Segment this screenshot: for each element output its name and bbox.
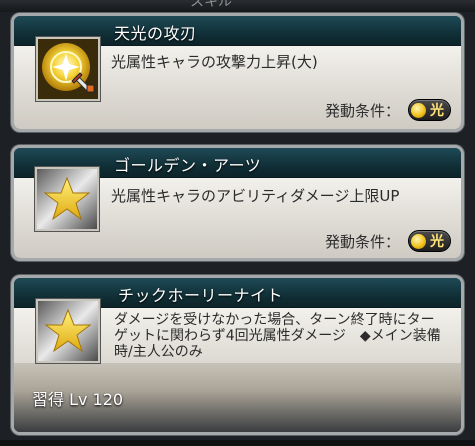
trigger-condition: 発動条件： 光 — [325, 99, 451, 121]
skill-card-footer: 習得 Lv 120 — [14, 363, 461, 432]
skill-card-2[interactable]: ゴールデン・アーツ 光属性キャラのアビリティダメージ上限UP 発動条件： 光 — [11, 145, 464, 261]
trigger-label: 発動条件： — [324, 232, 400, 251]
skill-description: 光属性キャラのアビリティダメージ上限UP — [111, 187, 400, 205]
skill-name: ゴールデン・アーツ — [114, 156, 262, 175]
section-title: スキル — [190, 0, 232, 10]
skill-name: 天光の攻刃 — [114, 24, 197, 43]
light-element-icon — [411, 102, 426, 118]
skill-description: ダメージを受けなかった場合、ターン終了時にターゲットに関わらず4回光属性ダメージ… — [114, 312, 441, 360]
top-strip: スキル — [0, 0, 475, 12]
trigger-condition: 発動条件： 光 — [325, 230, 451, 252]
light-element-label: 光 — [430, 103, 444, 119]
light-element-badge: 光 — [408, 99, 451, 121]
sun-sword-icon — [36, 37, 100, 101]
skill-card-1[interactable]: 天光の攻刃 光属性キャラの攻撃力上昇(大) 発動条件： 光 — [11, 13, 464, 132]
star-icon — [35, 167, 99, 231]
bottom-strip — [0, 440, 475, 446]
light-element-icon — [411, 233, 426, 249]
light-element-badge: 光 — [408, 230, 451, 252]
skill-card-3[interactable]: チックホーリーナイト ダメージを受けなかった場合、ターン終了時にターゲットに関わ… — [11, 275, 464, 435]
light-element-label: 光 — [430, 234, 444, 250]
trigger-label: 発動条件： — [324, 101, 400, 120]
learn-level: 習得 Lv 120 — [32, 390, 124, 409]
skill-name: チックホーリーナイト — [118, 286, 284, 305]
star-icon — [36, 299, 100, 363]
skill-description: 光属性キャラの攻撃力上昇(大) — [111, 53, 318, 71]
